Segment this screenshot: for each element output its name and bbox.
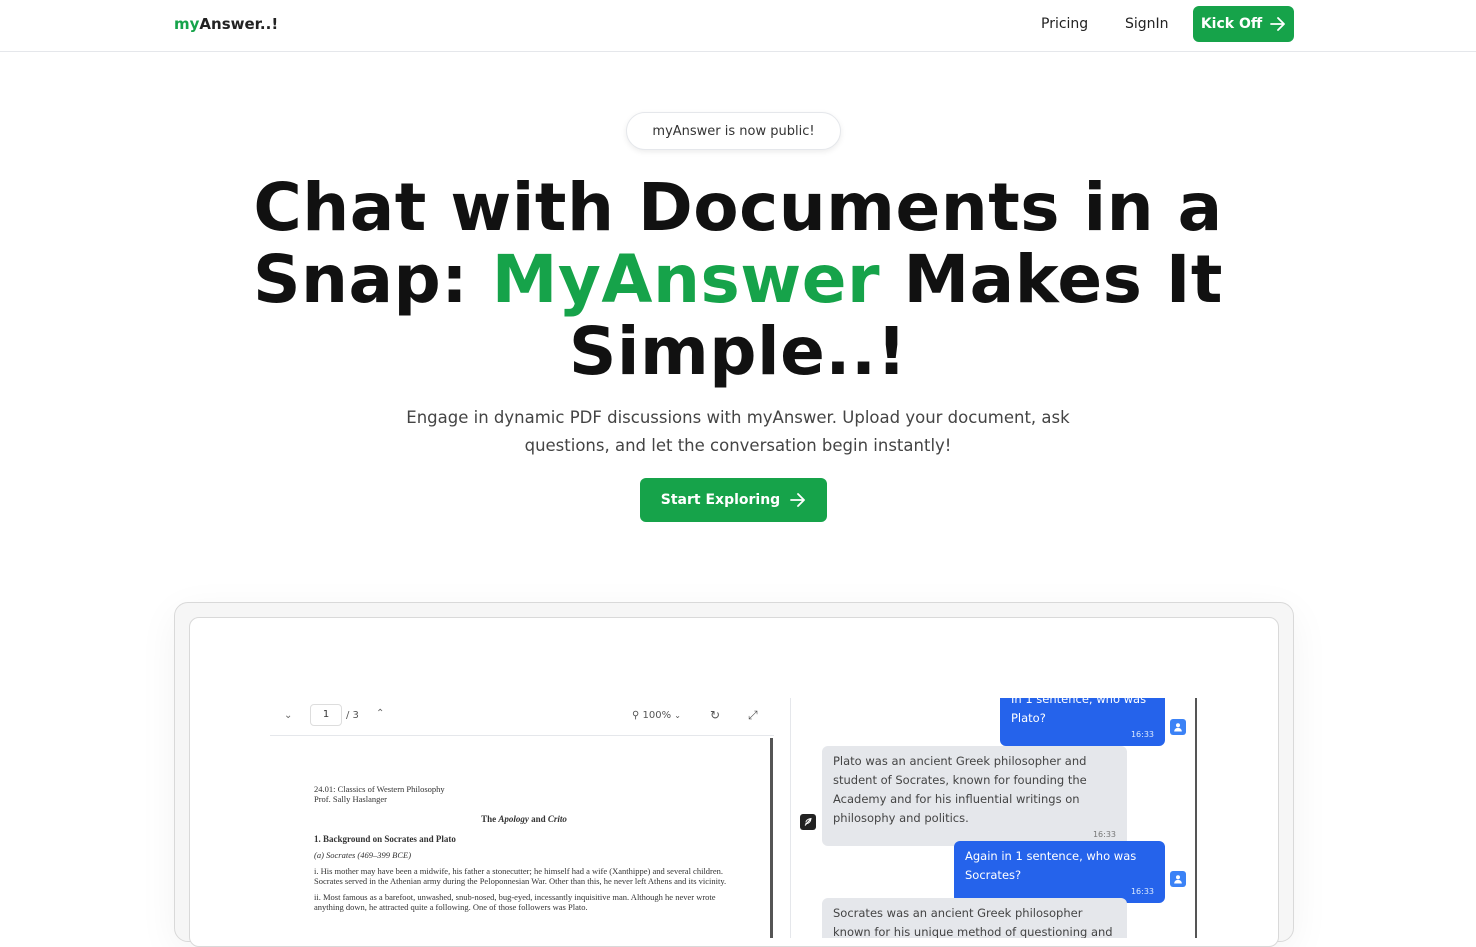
page-number-input[interactable]: 1 — [310, 704, 342, 726]
user-avatar-icon — [1170, 871, 1186, 887]
doc-subsection: (a) Socrates (469–399 BCE) — [314, 850, 412, 860]
chat-message-user: Again in 1 sentence, who was Socrates? 1… — [954, 841, 1165, 903]
nav-pricing-link[interactable]: Pricing — [1041, 16, 1088, 32]
start-exploring-label: Start Exploring — [660, 492, 781, 508]
kick-off-label: Kick Off — [1200, 16, 1263, 32]
kick-off-button[interactable]: Kick Off — [1193, 6, 1294, 42]
doc-prof: Prof. Sally Haslanger — [314, 794, 387, 804]
arrow-right-icon — [1270, 17, 1286, 31]
start-exploring-button[interactable]: Start Exploring — [640, 478, 827, 522]
doc-paragraph: i. His mother may have been a midwife, h… — [314, 866, 727, 886]
chevron-up-icon[interactable]: ⌃ — [376, 708, 384, 719]
doc-course: 24.01: Classics of Western Philosophy — [314, 784, 445, 794]
logo-text: Answer..! — [199, 15, 279, 33]
search-icon: ⚲ — [632, 710, 640, 721]
pdf-page: 24.01: Classics of Western Philosophy Pr… — [314, 784, 734, 918]
doc-title: The Apology and Crito — [314, 814, 734, 824]
doc-section: 1. Background on Socrates and Plato — [314, 834, 456, 844]
zoom-control[interactable]: ⚲ 100% ⌄ — [632, 710, 681, 721]
doc-title-crito: Crito — [547, 814, 567, 824]
hero-subtitle: Engage in dynamic PDF discussions with m… — [406, 408, 1070, 455]
user-avatar-icon — [1170, 719, 1186, 735]
announcement-pill: myAnswer is now public! — [626, 112, 841, 150]
doc-title-pre: The — [481, 814, 499, 824]
hero-title-accent: MyAnswer — [491, 241, 881, 318]
hero-title: Chat with Documents in a Snap: MyAnswer … — [200, 172, 1276, 388]
message-time: 16:33 — [1092, 830, 1116, 839]
nav-signin-link[interactable]: SignIn — [1125, 16, 1169, 32]
message-time: 16:33 — [1130, 730, 1154, 739]
logo-accent: my — [174, 15, 200, 33]
doc-title-mid: and — [528, 814, 548, 824]
page-total: / 3 — [346, 710, 359, 721]
doc-title-apology: Apology — [498, 814, 529, 824]
chat-scrollbar[interactable] — [1195, 698, 1197, 938]
chat-panel: In 1 sentence, who was Plato? 16:33 Plat… — [792, 698, 1196, 938]
logo[interactable]: myAnswer..! — [174, 15, 278, 33]
chat-message-user: In 1 sentence, who was Plato? 16:33 — [1000, 698, 1165, 746]
rotate-icon[interactable]: ↻ — [710, 708, 720, 722]
message-text: Plato was an ancient Greek philosopher a… — [833, 754, 1087, 825]
chevron-down-icon[interactable]: ⌄ — [284, 710, 292, 721]
message-time: 16:33 — [1130, 887, 1154, 896]
message-text: In 1 sentence, who was Plato? — [1011, 698, 1147, 725]
pdf-scrollbar[interactable] — [770, 738, 773, 938]
message-text: Again in 1 sentence, who was Socrates? — [965, 849, 1137, 882]
doc-paragraph: ii. Most famous as a barefoot, unwashed,… — [314, 892, 716, 912]
zoom-level: 100% — [642, 710, 672, 721]
panel-divider — [790, 698, 791, 938]
message-text: Socrates was an ancient Greek philosophe… — [833, 906, 1113, 938]
top-nav: myAnswer..! Pricing SignIn Kick Off — [0, 0, 1476, 52]
bot-avatar-icon — [800, 814, 816, 830]
chat-message-bot: Socrates was an ancient Greek philosophe… — [822, 898, 1127, 938]
pdf-toolbar: ⌄ 1 / 3 ⌃ ⚲ 100% ⌄ ↻ ⤢ — [270, 698, 774, 736]
chat-message-bot: Plato was an ancient Greek philosopher a… — [822, 746, 1127, 846]
arrow-right-icon — [790, 493, 806, 507]
chevron-down-icon: ⌄ — [674, 711, 681, 720]
fullscreen-icon[interactable]: ⤢ — [748, 708, 758, 723]
